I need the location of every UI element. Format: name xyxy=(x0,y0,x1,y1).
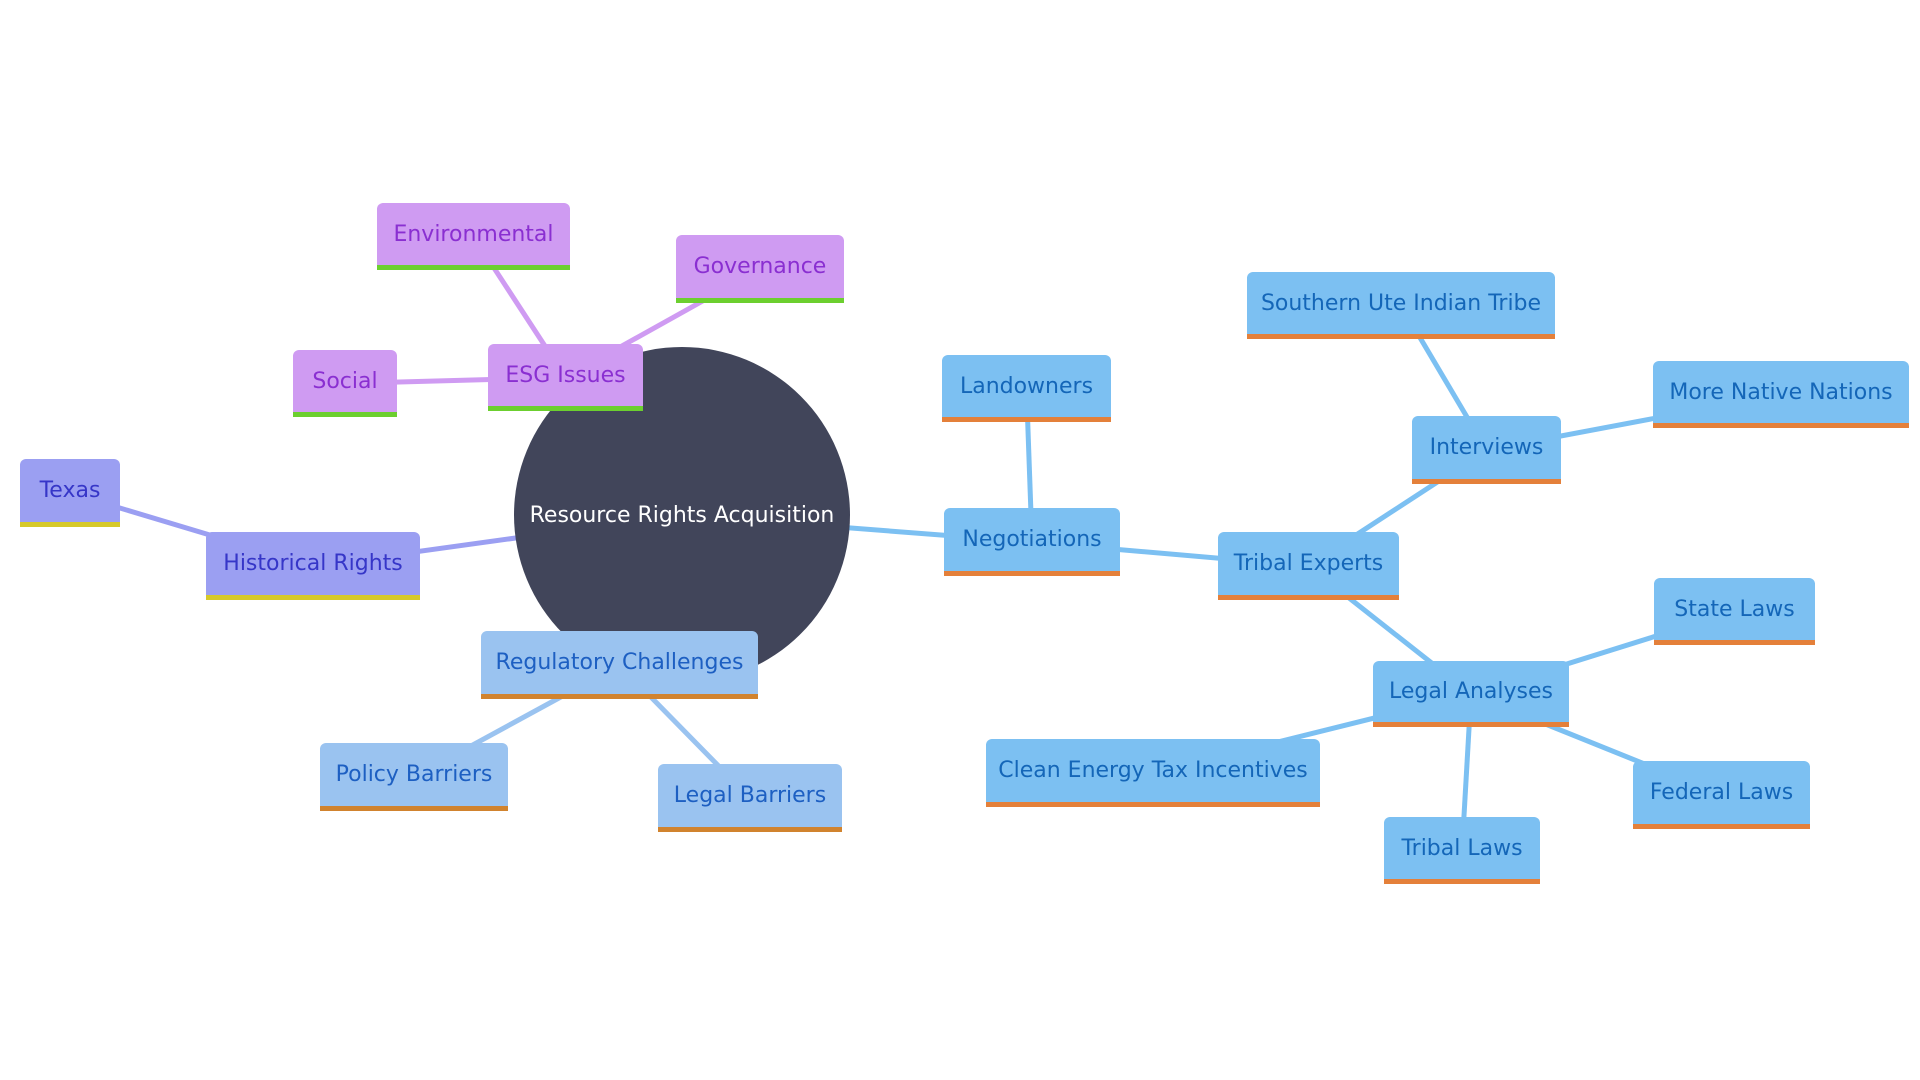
node-clean-energy-tax-incentives[interactable]: Clean Energy Tax Incentives xyxy=(986,739,1320,807)
node-label: Historical Rights xyxy=(223,551,403,576)
node-label: Negotiations xyxy=(962,527,1102,552)
node-legal-analyses[interactable]: Legal Analyses xyxy=(1373,661,1569,727)
node-regulatory-challenges[interactable]: Regulatory Challenges xyxy=(481,631,758,699)
node-label: More Native Nations xyxy=(1669,379,1893,405)
node-governance[interactable]: Governance xyxy=(676,235,844,303)
node-label: Regulatory Challenges xyxy=(495,650,744,675)
node-state-laws[interactable]: State Laws xyxy=(1654,578,1815,645)
node-texas[interactable]: Texas xyxy=(20,459,120,527)
node-landowners[interactable]: Landowners xyxy=(942,355,1111,422)
node-environmental[interactable]: Environmental xyxy=(377,203,570,270)
node-southern-ute-indian-tribe[interactable]: Southern Ute Indian Tribe xyxy=(1247,272,1555,339)
node-label: Environmental xyxy=(393,221,554,247)
node-esg-issues[interactable]: ESG Issues xyxy=(488,344,643,411)
node-more-native-nations[interactable]: More Native Nations xyxy=(1653,361,1909,428)
node-label: State Laws xyxy=(1674,596,1795,622)
node-label: Social xyxy=(312,368,378,394)
root-label: Resource Rights Acquisition xyxy=(529,502,835,528)
node-social[interactable]: Social xyxy=(293,350,397,417)
node-negotiations[interactable]: Negotiations xyxy=(944,508,1120,576)
node-label: Texas xyxy=(39,478,101,503)
node-label: Southern Ute Indian Tribe xyxy=(1260,290,1542,316)
node-label: Tribal Laws xyxy=(1401,835,1523,861)
node-label: Federal Laws xyxy=(1649,780,1794,805)
node-label: Governance xyxy=(693,254,827,279)
node-label: Legal Analyses xyxy=(1388,679,1554,704)
node-policy-barriers[interactable]: Policy Barriers xyxy=(320,743,508,811)
node-label: Interviews xyxy=(1429,435,1544,460)
node-historical-rights[interactable]: Historical Rights xyxy=(206,532,420,600)
node-label: Tribal Experts xyxy=(1233,551,1384,576)
node-label: Landowners xyxy=(959,373,1094,399)
node-label: Clean Energy Tax Incentives xyxy=(998,758,1308,783)
node-federal-laws[interactable]: Federal Laws xyxy=(1633,761,1810,829)
node-interviews[interactable]: Interviews xyxy=(1412,416,1561,484)
node-tribal-experts[interactable]: Tribal Experts xyxy=(1218,532,1399,600)
node-label: ESG Issues xyxy=(505,362,626,388)
node-label: Policy Barriers xyxy=(335,762,493,787)
node-tribal-laws[interactable]: Tribal Laws xyxy=(1384,817,1540,884)
node-label: Legal Barriers xyxy=(673,783,827,808)
mindmap-canvas: Resource Rights Acquisition ESG Issues E… xyxy=(0,0,1920,1080)
node-legal-barriers[interactable]: Legal Barriers xyxy=(658,764,842,832)
